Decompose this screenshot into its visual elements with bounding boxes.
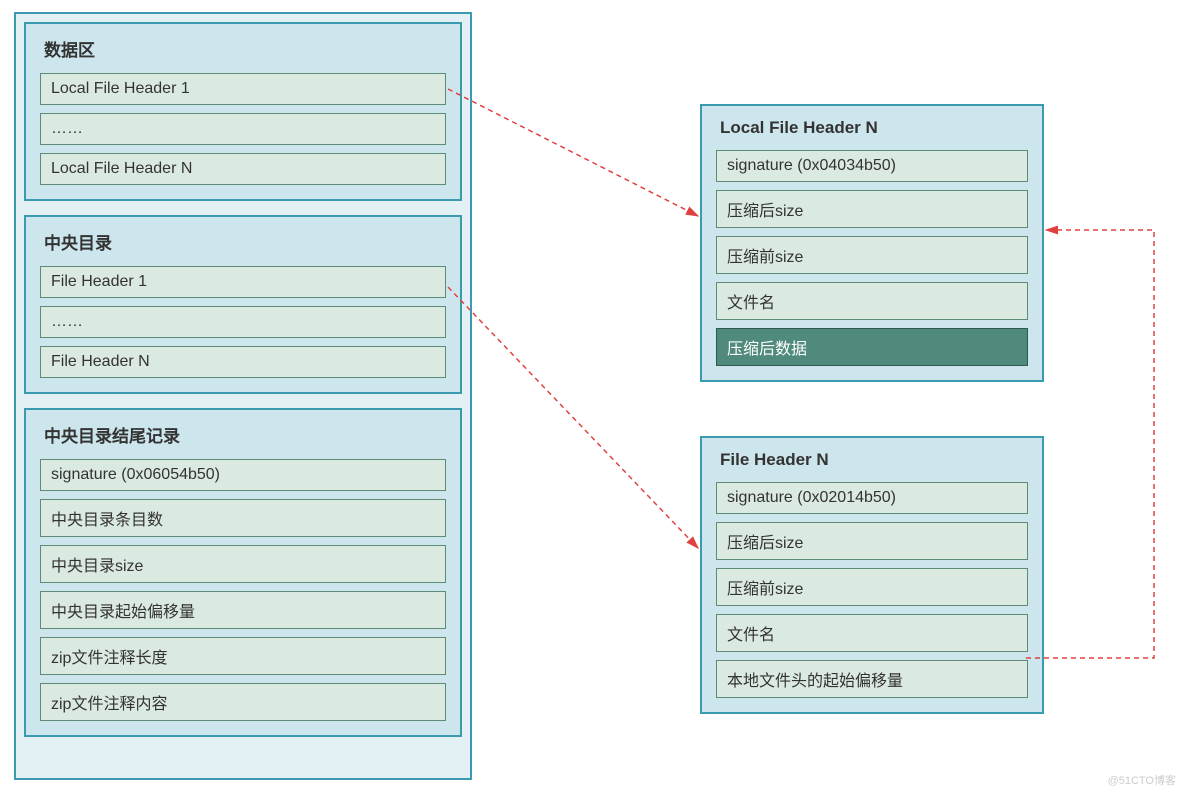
file-header-ellipsis: ……	[40, 306, 446, 338]
arrow-lfh1-to-detail	[448, 89, 698, 216]
data-area-title: 数据区	[40, 34, 446, 65]
local-file-header-n: Local File Header N	[40, 153, 446, 185]
lfh-signature: signature (0x04034b50)	[716, 150, 1028, 182]
arrow-offset-to-lfh	[1026, 230, 1154, 658]
lfh-uncompressed-size: 压缩前size	[716, 236, 1028, 274]
file-header-detail-title: File Header N	[716, 448, 1028, 474]
zip-structure-container: 数据区 Local File Header 1 …… Local File He…	[14, 12, 472, 780]
end-record-title: 中央目录结尾记录	[40, 420, 446, 451]
data-area-panel: 数据区 Local File Header 1 …… Local File He…	[24, 22, 462, 201]
fh-uncompressed-size: 压缩前size	[716, 568, 1028, 606]
central-directory-title: 中央目录	[40, 227, 446, 258]
end-comment-length: zip文件注释长度	[40, 637, 446, 675]
central-directory-panel: 中央目录 File Header 1 …… File Header N	[24, 215, 462, 394]
fh-compressed-size: 压缩后size	[716, 522, 1028, 560]
end-dir-size: 中央目录size	[40, 545, 446, 583]
fh-local-header-offset: 本地文件头的起始偏移量	[716, 660, 1028, 698]
local-file-header-ellipsis: ……	[40, 113, 446, 145]
lfh-filename: 文件名	[716, 282, 1028, 320]
end-of-central-dir-panel: 中央目录结尾记录 signature (0x06054b50) 中央目录条目数 …	[24, 408, 462, 737]
local-file-header-1: Local File Header 1	[40, 73, 446, 105]
file-header-detail-panel: File Header N signature (0x02014b50) 压缩后…	[700, 436, 1044, 714]
watermark: @51CTO博客	[1108, 772, 1176, 788]
local-file-header-detail-title: Local File Header N	[716, 116, 1028, 142]
end-dir-offset: 中央目录起始偏移量	[40, 591, 446, 629]
file-header-n: File Header N	[40, 346, 446, 378]
fh-signature: signature (0x02014b50)	[716, 482, 1028, 514]
lfh-compressed-size: 压缩后size	[716, 190, 1028, 228]
fh-filename: 文件名	[716, 614, 1028, 652]
lfh-compressed-data: 压缩后数据	[716, 328, 1028, 366]
end-signature: signature (0x06054b50)	[40, 459, 446, 491]
end-comment-content: zip文件注释内容	[40, 683, 446, 721]
arrow-fh1-to-detail	[448, 287, 698, 548]
file-header-1: File Header 1	[40, 266, 446, 298]
end-entry-count: 中央目录条目数	[40, 499, 446, 537]
local-file-header-detail-panel: Local File Header N signature (0x04034b5…	[700, 104, 1044, 382]
